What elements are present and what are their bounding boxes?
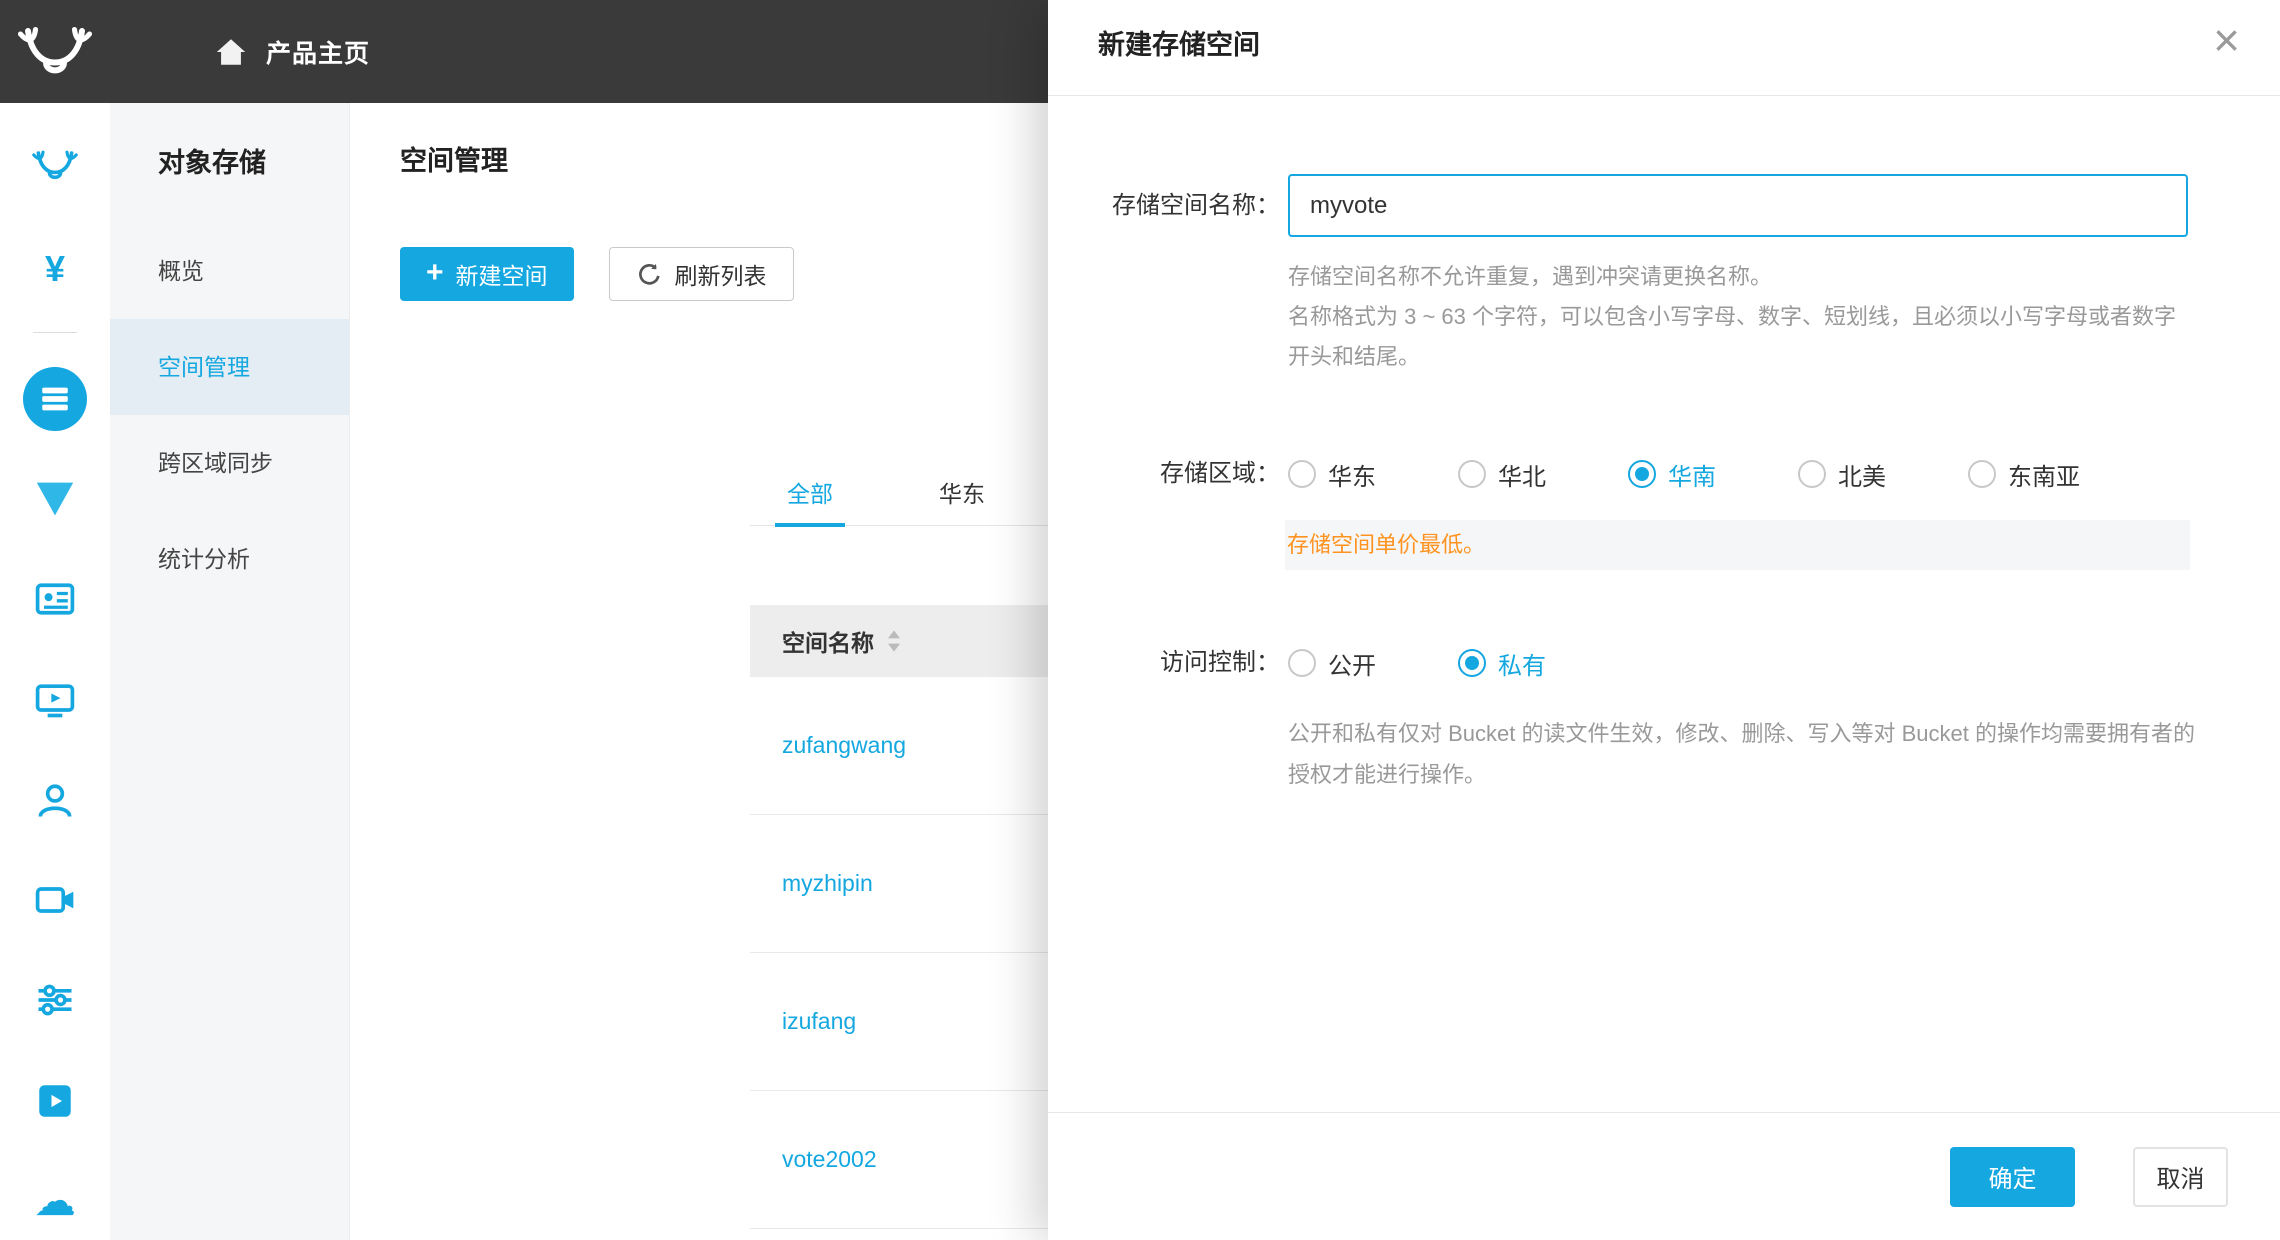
bucket-link[interactable]: myzhipin [782, 870, 873, 897]
rail-item-finance[interactable]: ¥ [0, 236, 110, 302]
region-option-huabei[interactable]: 华北 [1458, 457, 1546, 492]
region-option-label: 华东 [1328, 457, 1376, 492]
region-options: 华东 华北 华南 北美 东南亚 [1288, 454, 2162, 494]
header-title[interactable]: 产品主页 [266, 34, 370, 70]
bucket-link[interactable]: izufang [782, 1008, 856, 1035]
id-card-icon [33, 577, 77, 621]
region-option-huadong[interactable]: 华东 [1288, 457, 1376, 492]
brand-logo[interactable] [0, 22, 110, 82]
drawer-footer: 确定 取消 [1048, 1112, 2280, 1240]
confirm-button[interactable]: 确定 [1950, 1147, 2075, 1207]
region-option-label: 东南亚 [2008, 457, 2080, 492]
create-bucket-drawer: 新建存储空间 × 存储空间名称： 存储空间名称不允许重复，遇到冲突请更换名称。 … [1048, 0, 2280, 1240]
rail-item-fusion-cdn[interactable] [0, 466, 110, 532]
plus-icon: + [426, 258, 444, 288]
sort-icon[interactable] [886, 628, 902, 654]
rail-item-avatar-service[interactable] [0, 767, 110, 833]
region-price-note: 存储空间单价最低。 [1285, 520, 2190, 570]
region-option-label: 华北 [1498, 457, 1546, 492]
tab-huadong[interactable]: 华东 [927, 466, 997, 526]
rail-item-pipeline[interactable] [0, 967, 110, 1033]
radio-icon [1288, 460, 1316, 488]
refresh-icon [636, 261, 663, 288]
radio-icon [1458, 460, 1486, 488]
region-option-label: 北美 [1838, 457, 1886, 492]
sidebar-title: 对象存储 [110, 103, 349, 223]
bucket-name-help-line1: 存储空间名称不允许重复，遇到冲突请更换名称。 [1288, 257, 2193, 297]
sliders-icon [33, 978, 77, 1022]
person-icon [33, 778, 77, 822]
cloud-icon: ☁ [34, 1176, 76, 1225]
column-space-name: 空间名称 [782, 624, 874, 658]
fusion-triangle-icon [33, 479, 77, 519]
sidebar-item-cross-region-sync[interactable]: 跨区域同步 [110, 415, 349, 511]
rail-divider [33, 332, 77, 333]
region-option-label: 华南 [1668, 457, 1716, 492]
radio-icon [1288, 649, 1316, 677]
radio-icon [1968, 460, 1996, 488]
access-option-label: 公开 [1328, 646, 1376, 681]
active-service-circle [23, 367, 87, 431]
sidebar-item-space-management[interactable]: 空间管理 [110, 319, 349, 415]
radio-icon [1798, 460, 1826, 488]
rail-item-cloud[interactable]: ☁ [0, 1167, 110, 1233]
tv-icon [33, 677, 77, 721]
bucket-name-input[interactable] [1288, 174, 2188, 237]
rail-item-object-storage-active[interactable] [0, 366, 110, 432]
bucket-name-help: 存储空间名称不允许重复，遇到冲突请更换名称。 名称格式为 3 ~ 63 个字符，… [1288, 257, 2193, 377]
drawer-title: 新建存储空间 [1048, 0, 2280, 96]
close-icon[interactable]: × [2213, 8, 2240, 72]
cancel-button[interactable]: 取消 [2133, 1147, 2228, 1207]
create-space-label: 新建空间 [456, 257, 548, 291]
storage-grid-icon [38, 382, 72, 416]
create-space-button[interactable]: + 新建空间 [400, 247, 574, 301]
rail-item-player[interactable] [0, 1068, 110, 1134]
radio-icon-selected [1628, 460, 1656, 488]
access-label: 访问控制： [1048, 643, 1280, 683]
access-option-public[interactable]: 公开 [1288, 646, 1376, 681]
service-icon-rail: ¥ [0, 103, 110, 1240]
ox-mini-icon [31, 147, 79, 185]
rail-item-sms[interactable] [0, 566, 110, 632]
sidebar-item-statistics[interactable]: 统计分析 [110, 511, 349, 607]
region-option-huanan[interactable]: 华南 [1628, 457, 1716, 492]
region-option-dongnanya[interactable]: 东南亚 [1968, 457, 2080, 492]
video-camera-icon [33, 878, 77, 922]
bucket-link[interactable]: vote2002 [782, 1146, 877, 1173]
rail-item-video[interactable] [0, 867, 110, 933]
object-storage-sidebar: 对象存储 概览 空间管理 跨区域同步 统计分析 [110, 103, 350, 1240]
access-options: 公开 私有 [1288, 643, 1628, 683]
tab-all[interactable]: 全部 [775, 466, 845, 526]
region-label: 存储区域： [1048, 454, 1280, 494]
sidebar-item-overview[interactable]: 概览 [110, 223, 349, 319]
home-icon[interactable] [214, 35, 248, 69]
play-box-icon [34, 1080, 76, 1122]
yen-icon: ¥ [45, 248, 65, 290]
rail-item-media[interactable] [0, 666, 110, 732]
radio-icon-selected [1458, 649, 1486, 677]
bucket-name-help-line2: 名称格式为 3 ~ 63 个字符，可以包含小写字母、数字、短划线，且必须以小写字… [1288, 297, 2193, 377]
refresh-list-label: 刷新列表 [675, 257, 767, 291]
ox-logo-icon [16, 22, 94, 82]
region-option-beimei[interactable]: 北美 [1798, 457, 1886, 492]
bucket-name-label: 存储空间名称： [1048, 186, 1280, 226]
access-option-private[interactable]: 私有 [1458, 646, 1546, 681]
rail-item-ox-service[interactable] [0, 133, 110, 199]
access-option-label: 私有 [1498, 646, 1546, 681]
access-help: 公开和私有仅对 Bucket 的读文件生效，修改、删除、写入等对 Bucket … [1288, 713, 2208, 795]
refresh-list-button[interactable]: 刷新列表 [609, 247, 794, 301]
bucket-link[interactable]: zufangwang [782, 732, 906, 759]
